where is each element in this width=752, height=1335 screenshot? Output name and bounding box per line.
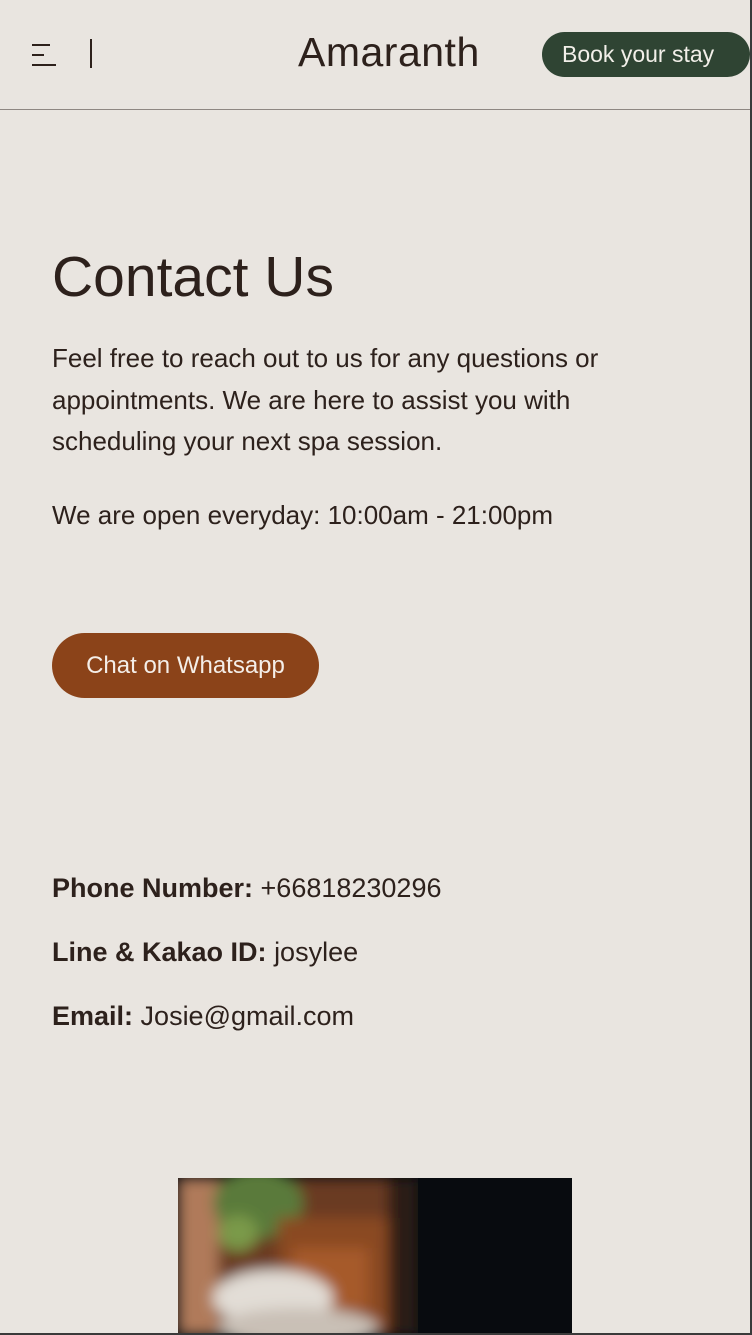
email-row: Email: Josie@gmail.com bbox=[52, 998, 354, 1034]
email-value[interactable]: Josie@gmail.com bbox=[141, 1001, 354, 1031]
hamburger-menu-icon[interactable] bbox=[30, 41, 58, 69]
top-navigation-bar: Amaranth Book your stay bbox=[0, 0, 750, 110]
brand-logo[interactable]: Amaranth bbox=[298, 26, 480, 78]
phone-number-label: Phone Number: bbox=[52, 873, 254, 903]
phone-number-value[interactable]: +66818230296 bbox=[261, 873, 442, 903]
intro-text: Feel free to reach out to us for any que… bbox=[52, 343, 599, 456]
spa-photo bbox=[178, 1178, 572, 1335]
phone-number-row: Phone Number: +66818230296 bbox=[52, 870, 441, 906]
book-your-stay-button[interactable]: Book your stay bbox=[542, 32, 750, 77]
line-kakao-id-row: Line & Kakao ID: josylee bbox=[52, 934, 358, 970]
page-title: Contact Us bbox=[52, 245, 334, 309]
line-kakao-id-label: Line & Kakao ID: bbox=[52, 937, 267, 967]
line-kakao-id-value: josylee bbox=[274, 937, 359, 967]
email-label: Email: bbox=[52, 1001, 134, 1031]
header-divider bbox=[90, 39, 92, 68]
chat-on-whatsapp-button[interactable]: Chat on Whatsapp bbox=[52, 633, 319, 698]
opening-hours: We are open everyday: 10:00am - 21:00pm bbox=[52, 500, 554, 530]
